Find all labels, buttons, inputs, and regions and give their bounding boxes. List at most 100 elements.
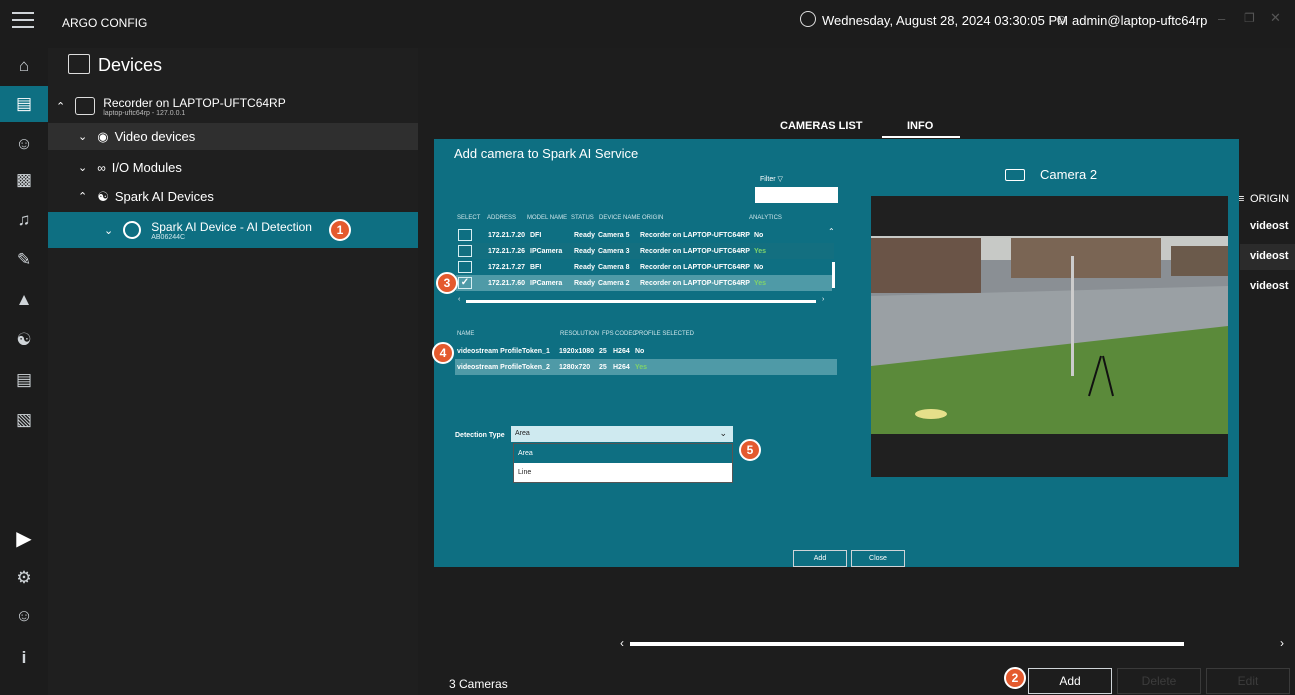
tree-item-video-devices[interactable]: ⌄ ◉ Video devices — [48, 123, 418, 150]
table-row[interactable]: 172.21.7.26 IPCamera Ready Camera 3 Reco… — [458, 243, 834, 259]
chevron-down-icon[interactable]: ⌄ — [104, 224, 113, 237]
profile-table-header: NAME RESOLUTION FPS CODEC PROFILE SELECT… — [457, 331, 695, 337]
row-checkbox[interactable] — [458, 229, 472, 241]
io-module-icon: ∞ — [97, 160, 106, 175]
recorder-address: laptop-uftc64rp - 127.0.0.1 — [103, 109, 186, 117]
scroll-up-icon[interactable]: ⌃ — [828, 227, 835, 236]
page-title: Devices — [98, 55, 163, 75]
close-window-button[interactable]: ✕ — [1270, 10, 1281, 26]
monitor-icon[interactable]: ▩ — [0, 162, 48, 198]
users-group-icon[interactable]: ☺ — [0, 126, 48, 162]
origin-cell: videost — [1240, 244, 1295, 270]
user-name[interactable]: admin@laptop-uftc64rp — [1072, 13, 1207, 28]
delete-button[interactable]: Delete — [1117, 668, 1201, 694]
scroll-left-icon[interactable]: ‹ — [458, 296, 460, 303]
report-icon[interactable]: ▤ — [0, 362, 48, 398]
alarm-icon[interactable]: ♫ — [0, 202, 48, 238]
camera-preview-label: Camera 2 — [1040, 167, 1098, 182]
origin-column-header: ORIGIN — [1250, 193, 1290, 205]
title-bar: ARGO CONFIG Wednesday, August 28, 2024 0… — [0, 0, 1295, 48]
devices-header-icon — [68, 54, 90, 74]
minimize-button[interactable]: – — [1218, 11, 1225, 26]
log-icon[interactable]: ▧ — [0, 402, 48, 438]
row-checkbox[interactable] — [458, 261, 472, 273]
datetime-text: Wednesday, August 28, 2024 03:30:05 PM — [822, 13, 1068, 28]
settings-gear-icon[interactable]: ⚙ — [0, 560, 48, 596]
tree-item-spark-ai-devices[interactable]: ⌃ ☯ Spark AI Devices — [48, 183, 418, 210]
vertical-scrollbar[interactable] — [832, 262, 835, 288]
scroll-left-icon[interactable]: ‹ — [620, 636, 624, 650]
chevron-up-icon[interactable]: ⌃ — [56, 100, 65, 113]
navigation-rail: ⌂ ▤ ☺ ▩ ♫ ✎ ▲ ☯ ▤ ▧ ▶ ⚙ ☺ i — [0, 48, 48, 695]
ai-brain-icon[interactable]: ☯ — [0, 322, 48, 358]
table-row[interactable]: videostream ProfileToken_1 1920x1080 25 … — [457, 343, 837, 359]
detection-type-label: Detection Type — [455, 432, 505, 439]
tree-item-spark-device[interactable]: ⌄ Spark AI Device - AI Detection AB06244… — [48, 212, 418, 248]
analytics-icon[interactable]: ▲ — [0, 282, 48, 318]
tree-item-recorder[interactable]: ⌃ Recorder on LAPTOP-UFTC64RP laptop-uft… — [48, 90, 418, 122]
dialog-add-button[interactable]: Add — [793, 550, 847, 567]
scroll-right-icon[interactable]: › — [1280, 636, 1284, 650]
scroll-right-icon[interactable]: › — [822, 296, 824, 303]
tab-info[interactable]: INFO — [907, 120, 933, 132]
edit-button[interactable]: Edit — [1206, 668, 1290, 694]
step-badge-1: 1 — [329, 219, 351, 241]
table-row-selected[interactable]: ✓ 172.21.7.60 IPCamera Ready Camera 2 Re… — [456, 275, 832, 291]
camera-count: 3 Cameras — [449, 677, 508, 691]
target-icon — [123, 221, 142, 239]
dropdown-option[interactable]: Line — [514, 463, 732, 482]
ai-brain-icon: ☯ — [97, 188, 109, 204]
home-icon[interactable]: ⌂ — [0, 48, 48, 84]
tree-label-spark-ai: Spark AI Devices — [114, 189, 214, 204]
video-devices-icon: ◉ — [97, 128, 109, 144]
row-checkbox-checked[interactable]: ✓ — [458, 277, 472, 289]
step-badge-3: 3 — [436, 272, 458, 294]
camera-video-frame — [871, 236, 1228, 434]
step-badge-5: 5 — [739, 439, 761, 461]
step-badge-4: 4 — [432, 342, 454, 364]
dropdown-option[interactable]: Area — [514, 444, 732, 463]
camera-icon — [1005, 169, 1025, 181]
filter-label: Filter ▽ — [760, 176, 783, 183]
event-icon[interactable]: ✎ — [0, 242, 48, 278]
horizontal-scrollbar[interactable] — [466, 300, 816, 303]
table-row[interactable]: 172.21.7.27 BFI Ready Camera 8 Recorder … — [458, 259, 834, 275]
restore-button[interactable]: ❐ — [1244, 11, 1255, 25]
row-checkbox[interactable] — [458, 245, 472, 257]
filter-icon: ▽ — [777, 176, 783, 183]
app-title: ARGO CONFIG — [62, 16, 148, 30]
chevron-up-icon[interactable]: ⌃ — [78, 190, 87, 203]
camera-table-header: SELECT ADDRESS MODEL NAME STATUS DEVICE … — [457, 215, 782, 221]
camera-preview — [871, 196, 1228, 477]
info-icon[interactable]: i — [0, 640, 48, 676]
detection-type-select[interactable]: Area ⌄ — [511, 426, 733, 442]
chevron-down-icon[interactable]: ⌄ — [78, 130, 87, 143]
filter-input[interactable] — [755, 187, 838, 203]
table-row[interactable]: 172.21.7.20 DFI Ready Camera 5 Recorder … — [458, 227, 834, 243]
spark-device-id: AB06244C — [151, 233, 186, 241]
step-badge-2: 2 — [1004, 667, 1026, 689]
clock-icon — [800, 11, 816, 27]
devices-icon[interactable]: ▤ — [0, 86, 48, 122]
dialog-title: Add camera to Spark AI Service — [454, 146, 639, 161]
server-icon — [75, 97, 96, 115]
user-icon: ☺ — [1054, 11, 1069, 27]
horizontal-scrollbar[interactable] — [630, 642, 1184, 646]
tree-label-io-modules: I/O Modules — [111, 160, 182, 175]
chevron-down-icon: ⌄ — [719, 428, 727, 438]
table-row-selected[interactable]: videostream ProfileToken_2 1280x720 25 H… — [455, 359, 837, 375]
add-button[interactable]: Add — [1028, 668, 1112, 694]
origin-cell: videost — [1250, 280, 1289, 292]
player-icon[interactable]: ▶ — [0, 520, 48, 556]
dropdown-list: Area Line — [513, 443, 733, 483]
hamburger-menu-icon[interactable] — [12, 10, 34, 28]
tab-cameras-list[interactable]: CAMERAS LIST — [780, 120, 863, 132]
tab-info-underline — [882, 136, 960, 138]
origin-cell: videost — [1250, 220, 1289, 232]
chevron-down-icon[interactable]: ⌄ — [78, 161, 87, 174]
spark-device-name: Spark AI Device - AI Detection — [151, 219, 312, 234]
tree-label-video-devices: Video devices — [114, 129, 196, 144]
tree-item-io-modules[interactable]: ⌄ ∞ I/O Modules — [48, 154, 418, 181]
account-icon[interactable]: ☺ — [0, 598, 48, 634]
dialog-close-button[interactable]: Close — [851, 550, 905, 567]
